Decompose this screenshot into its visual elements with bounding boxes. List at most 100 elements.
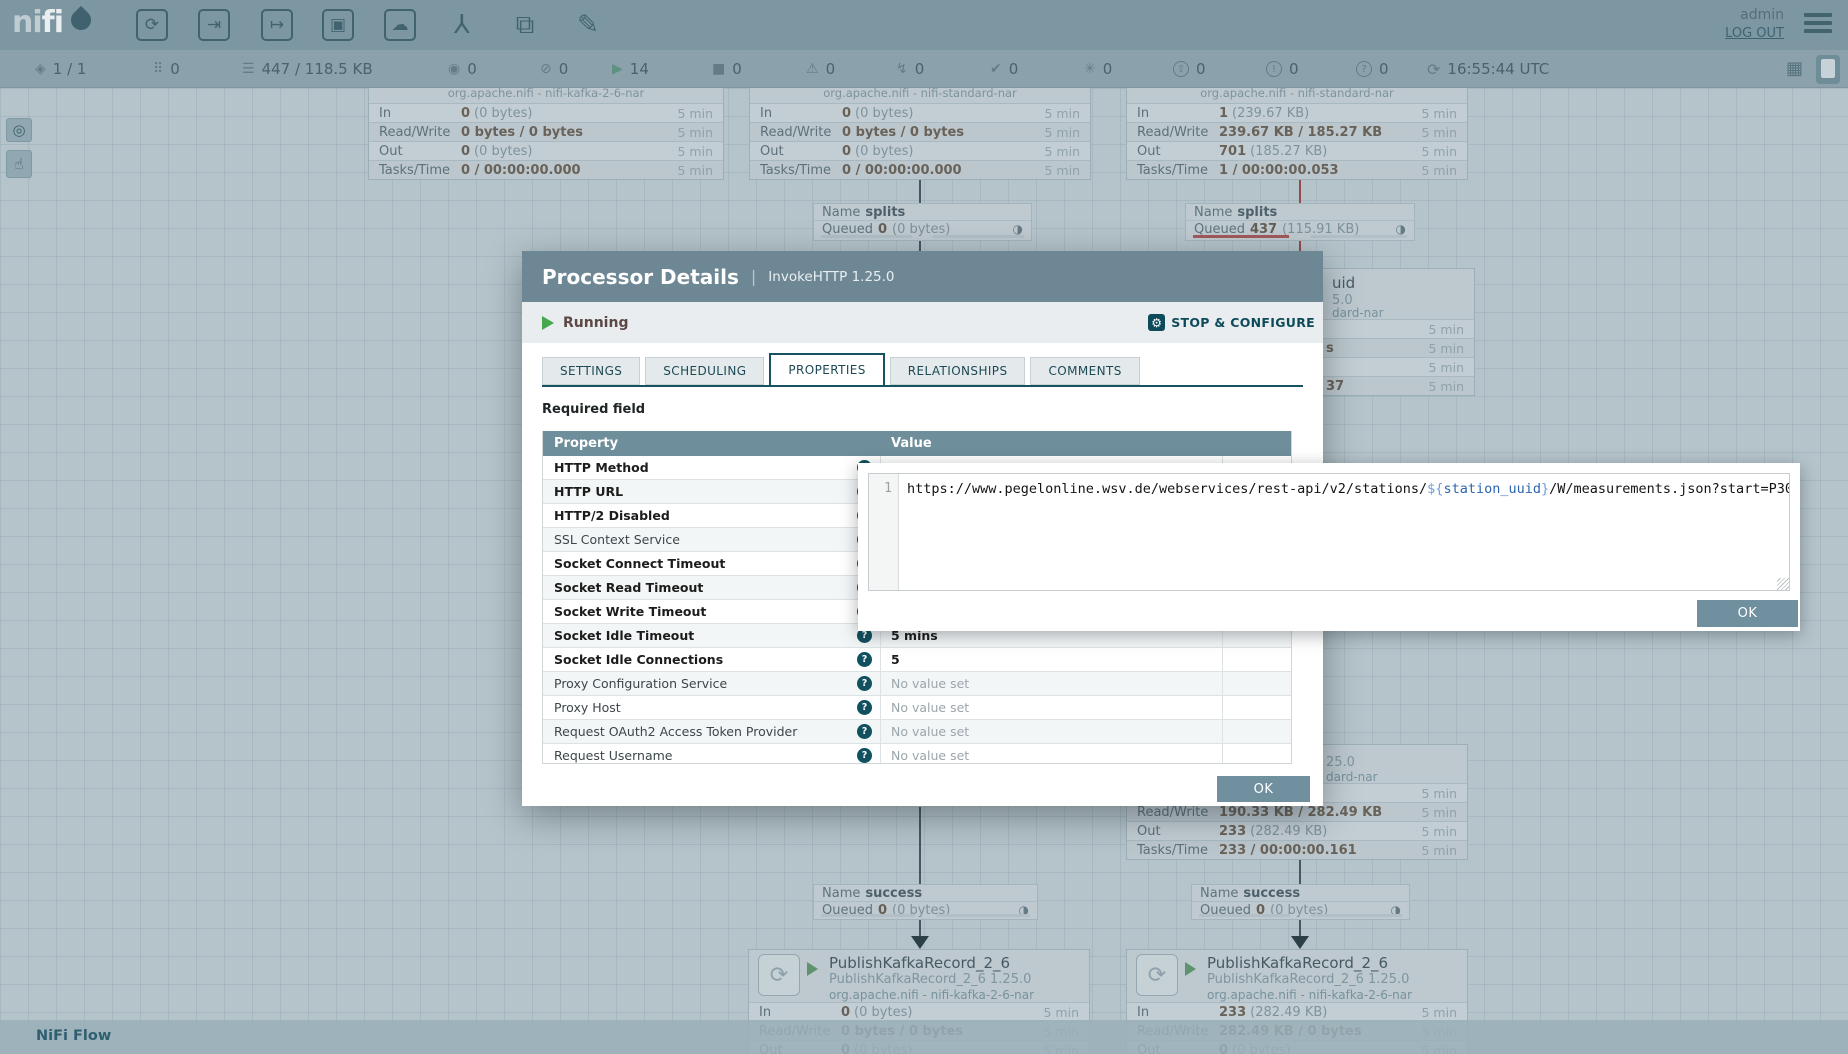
queued-icon: ☰	[242, 61, 255, 77]
running-icon: ▶	[612, 61, 623, 77]
backpressure-size-bar	[936, 914, 1030, 917]
stop-and-configure-button[interactable]: ⚙ STOP & CONFIGURE	[1148, 314, 1315, 331]
help-icon[interactable]: ?	[857, 748, 872, 763]
help-icon[interactable]: ?	[857, 724, 872, 739]
running-icon	[807, 962, 818, 976]
line-number: 1	[884, 481, 892, 496]
device-view-button[interactable]	[1816, 55, 1840, 84]
status-refresh: ⟳ 16:55:44 UTC	[1427, 59, 1549, 79]
arrowhead-icon	[1291, 936, 1309, 949]
connection-line	[919, 241, 921, 251]
tab-comments[interactable]: COMMENTS	[1030, 357, 1139, 385]
processor-type-icon: ⟳	[758, 954, 800, 996]
process-group-icon: ▣	[330, 15, 346, 35]
resize-handle[interactable]	[1777, 578, 1789, 590]
cluster-icon: ◈	[35, 61, 46, 77]
value-editor-text[interactable]: https://www.pegelonline.wsv.de/webservic…	[899, 474, 1789, 590]
modified-stale-icon: !	[1266, 61, 1282, 77]
connection-label-splits-full[interactable]: Namesplits Queued437(115.91 KB)◑	[1185, 203, 1415, 241]
drag-remote-process-group-button[interactable]: ☁	[384, 9, 416, 41]
status-up-to-date: ✔0	[990, 59, 1018, 79]
processor-bundle: org.apache.nifi - nifi-kafka-2-6-nar	[1207, 988, 1412, 1002]
invalid-icon: ⚠	[806, 61, 819, 77]
locally-modified-icon: ✳	[1084, 61, 1096, 77]
title-separator: |	[751, 267, 756, 286]
connection-label-success[interactable]: Namesuccess Queued0(0 bytes)◑	[1191, 884, 1410, 920]
tab-properties[interactable]: PROPERTIES	[769, 353, 884, 385]
up-to-date-icon: ✔	[990, 61, 1002, 77]
status-not-transmitting: ⊘0	[540, 59, 568, 79]
processor-icon: ⟳	[145, 15, 159, 35]
processor-bundle: org.apache.nifi - nifi-standard-nar	[1127, 86, 1467, 100]
hand-icon: ☝	[14, 155, 23, 173]
property-row: Request OAuth2 Access Token Provider?No …	[543, 720, 1291, 744]
nifi-logo: nifi	[12, 5, 91, 40]
value-editor[interactable]: 1 https://www.pegelonline.wsv.de/webserv…	[868, 473, 1790, 591]
connection-line-alert	[1299, 241, 1301, 251]
refresh-icon[interactable]: ⟳	[1427, 60, 1440, 79]
processor-bundle: org.apache.nifi - nifi-standard-nar	[750, 86, 1090, 100]
status-transmitting: ◉0	[448, 59, 477, 79]
processor-title: PublishKafkaRecord_2_6	[829, 954, 1010, 972]
connection-label-splits[interactable]: Namesplits Queued0(0 bytes)◑	[813, 203, 1032, 241]
drag-label-button[interactable]: ✎	[572, 9, 604, 41]
dialog-ok-button[interactable]: OK	[1217, 776, 1310, 802]
drag-output-port-button[interactable]: ↦	[261, 9, 293, 41]
tab-relationships[interactable]: RELATIONSHIPS	[890, 357, 1026, 385]
breadcrumb-bar	[0, 1020, 1848, 1054]
transmitting-icon: ◉	[448, 61, 460, 77]
arrowhead-icon	[911, 936, 929, 949]
threads-icon: ⠿	[153, 61, 163, 77]
drag-input-port-button[interactable]: ⇥	[198, 9, 230, 41]
status-cluster: ◈1 / 1	[35, 59, 86, 79]
value-editor-popup: 1 https://www.pegelonline.wsv.de/webserv…	[858, 463, 1800, 631]
drag-process-group-button[interactable]: ▣	[322, 9, 354, 41]
toolbar: nifi ⟳ ⇥ ↦ ▣ ☁ ⅄ ⧉ ✎ admin LOG OUT	[0, 0, 1848, 50]
status-active-threads: ⠿0	[153, 59, 180, 79]
not-transmitting-icon: ⊘	[540, 61, 552, 77]
drag-funnel-button[interactable]: ⅄	[446, 9, 478, 41]
status-invalid: ⚠0	[806, 59, 835, 79]
status-sync-failure: ?0	[1356, 59, 1389, 79]
backpressure-object-bar	[821, 235, 912, 238]
backpressure-size-bar	[933, 235, 1024, 238]
stat-label: Out	[379, 144, 461, 159]
connection-line-alert	[1299, 180, 1301, 203]
status-running: ▶14	[612, 59, 649, 79]
pan-hand-button[interactable]: ☝	[6, 150, 32, 178]
run-status-label: Running	[563, 315, 628, 331]
dialog-tabs: SETTINGS SCHEDULING PROPERTIES RELATIONS…	[542, 355, 1303, 387]
birdseye-button[interactable]: ◎	[6, 118, 32, 142]
editor-ok-button[interactable]: OK	[1697, 600, 1798, 627]
backpressure-icon: ◑	[1396, 222, 1406, 236]
connection-label-success[interactable]: Namesuccess Queued0(0 bytes)◑	[813, 884, 1038, 920]
help-icon[interactable]: ?	[857, 700, 872, 715]
stat-label: Tasks/Time	[379, 163, 461, 178]
stat-label: Out	[760, 144, 842, 159]
value-column-header: Value	[881, 431, 1223, 456]
drag-processor-button[interactable]: ⟳	[136, 9, 168, 41]
processor-version-fragment: 25.0	[1326, 755, 1355, 770]
backpressure-object-bar	[821, 914, 915, 917]
grid-toggle-button[interactable]: ▦	[1786, 58, 1803, 79]
drag-template-button[interactable]: ⧉	[509, 9, 541, 41]
stat-label: In	[760, 106, 842, 121]
tab-settings[interactable]: SETTINGS	[542, 357, 640, 385]
help-icon[interactable]: ?	[857, 676, 872, 691]
stat-label: In	[1137, 1005, 1219, 1020]
tab-scheduling[interactable]: SCHEDULING	[645, 357, 764, 385]
properties-table-header: Property Value	[543, 431, 1291, 456]
help-icon[interactable]: ?	[857, 652, 872, 667]
stat-label: Tasks/Time	[1137, 163, 1219, 178]
remote-process-group-icon: ☁	[392, 15, 409, 35]
breadcrumb[interactable]: NiFi Flow	[36, 1028, 111, 1044]
connection-line	[919, 807, 921, 884]
last-refreshed-time: 16:55:44 UTC	[1447, 60, 1549, 78]
processor-type-version: PublishKafkaRecord_2_6 1.25.0	[829, 972, 1031, 987]
global-menu-button[interactable]	[1804, 13, 1832, 37]
processor-type-icon: ⟳	[1136, 954, 1178, 996]
template-icon: ⧉	[516, 10, 535, 41]
birdseye-icon: ◎	[12, 121, 25, 139]
processor-title: PublishKafkaRecord_2_6	[1207, 954, 1388, 972]
logout-link[interactable]: LOG OUT	[1725, 26, 1784, 41]
